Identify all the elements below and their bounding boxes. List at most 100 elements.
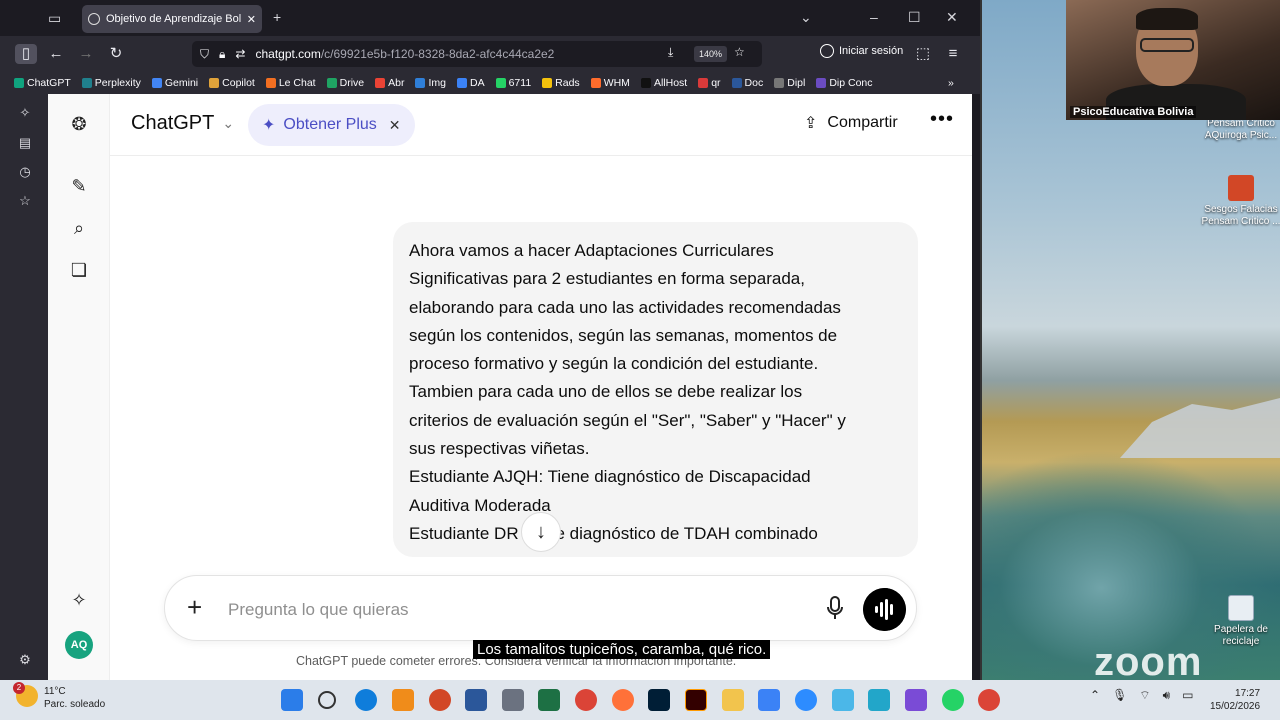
zoom-participant-video[interactable]: PsicoEducativa Bolivia <box>1066 0 1280 120</box>
forward-icon[interactable]: → <box>75 44 97 64</box>
sidebar-toggle-icon[interactable]: ▯ <box>15 44 37 64</box>
battery-icon[interactable]: ▭ <box>1182 688 1193 703</box>
zoom-app-icon[interactable] <box>795 689 817 711</box>
chrome-icon[interactable] <box>978 689 1000 711</box>
close-window-icon[interactable]: ✕ <box>946 9 958 26</box>
history-icon[interactable]: ◷ <box>17 164 33 180</box>
microphone-icon[interactable] <box>825 596 845 620</box>
openai-logo-icon[interactable]: ❂ <box>67 112 91 136</box>
bookmark-item[interactable]: Dip Conc <box>816 77 873 89</box>
lock-icon[interactable]: 🔒︎ <box>219 47 225 62</box>
illustrator-icon[interactable] <box>685 689 707 711</box>
library-icon[interactable]: ❏ <box>67 258 91 282</box>
upgrade-sparkle-icon[interactable]: ✧ <box>67 588 91 612</box>
chrome-icon[interactable] <box>575 689 597 711</box>
photoshop-icon[interactable] <box>648 689 670 711</box>
desktop-icon-recycle-bin[interactable]: Papelera de reciclaje <box>1198 595 1280 648</box>
minimize-icon[interactable]: – <box>870 9 878 25</box>
more-bookmarks-icon[interactable]: » <box>948 77 954 89</box>
new-chat-icon[interactable]: ✎ <box>67 174 91 198</box>
bookmark-item[interactable]: ChatGPT <box>14 77 71 89</box>
sparkle-icon: ✦ <box>262 117 276 134</box>
app-icon[interactable] <box>758 689 780 711</box>
desktop-icon-pensam-critico[interactable]: Pensam Critico AQuiroga Psic... <box>1198 118 1280 142</box>
address-bar[interactable]: ⛉ 🔒︎ ⇄ chatgpt.com/c/69921e5b-f120-8328-… <box>192 41 762 67</box>
powerpoint-file-icon <box>1228 175 1254 201</box>
volume-icon[interactable]: 🔊︎ <box>1163 688 1171 703</box>
tab-active[interactable]: Objetivo de Aprendizaje Bolivia ✕ <box>82 5 262 33</box>
bookmark-item[interactable]: Copilot <box>209 77 255 89</box>
attach-plus-icon[interactable]: + <box>187 592 202 622</box>
calculator-icon[interactable] <box>502 689 524 711</box>
tab-overview-icon[interactable]: ▭ <box>48 10 61 27</box>
new-tab-icon[interactable]: + <box>273 9 281 25</box>
weather-widget[interactable]: 2 11°C Parc. soleado <box>13 682 105 711</box>
shield-icon[interactable]: ⛉ <box>200 47 209 62</box>
live-caption: Los tamalitos tupiceños, caramba, qué ri… <box>473 640 771 659</box>
bookmark-item[interactable]: Dipl <box>774 77 805 89</box>
extensions-icon[interactable]: ⬚ <box>912 44 934 64</box>
reload-icon[interactable]: ↻ <box>105 44 127 64</box>
bookmark-item[interactable]: Le Chat <box>265 77 316 89</box>
tab-title: Objetivo de Aprendizaje Bolivia <box>106 13 241 25</box>
excel-icon[interactable] <box>538 689 560 711</box>
search-icon[interactable]: ⌕ <box>67 216 91 240</box>
model-selector[interactable]: ChatGPT ⌄ <box>131 112 234 135</box>
download-page-icon[interactable]: ⤓ <box>668 45 673 60</box>
powerpoint-icon[interactable] <box>429 689 451 711</box>
synced-tabs-icon[interactable]: ▤ <box>17 135 33 151</box>
message-line: Auditiva Moderada <box>409 495 551 515</box>
bookmark-item[interactable]: Abr <box>375 77 404 89</box>
prompt-input[interactable]: Pregunta lo que quieras <box>228 600 409 620</box>
notepad-icon[interactable] <box>868 689 890 711</box>
bookmark-item[interactable]: Gemini <box>151 77 198 89</box>
word-icon[interactable] <box>465 689 487 711</box>
app-icon[interactable] <box>832 689 854 711</box>
bookmarks-icon[interactable]: ☆ <box>17 193 33 209</box>
microphone-icon[interactable]: 🎙︎ <box>1112 688 1127 703</box>
bookmark-item[interactable]: 6711 <box>495 77 531 89</box>
permissions-icon[interactable]: ⇄ <box>235 47 245 61</box>
back-icon[interactable]: ← <box>45 44 67 64</box>
vlc-icon[interactable] <box>392 689 414 711</box>
menu-icon[interactable]: ≡ <box>942 44 964 64</box>
whatsapp-icon[interactable] <box>942 689 964 711</box>
firefox-icon[interactable] <box>612 689 634 711</box>
edge-icon[interactable] <box>355 689 377 711</box>
voice-mode-icon[interactable] <box>863 588 906 631</box>
bookmark-item[interactable]: WHM <box>590 77 630 89</box>
clock[interactable]: 17:27 15/02/2026 <box>1210 687 1260 713</box>
maximize-icon[interactable]: ☐ <box>908 9 921 26</box>
ai-chatbot-icon[interactable]: ✧ <box>17 105 33 121</box>
model-name: ChatGPT <box>131 112 215 134</box>
search-icon[interactable] <box>318 691 336 709</box>
desktop-icon-sesgos-falacias[interactable]: Sesgos Falacias Pensam Critico ... <box>1198 175 1280 228</box>
bookmark-item[interactable]: Perplexity <box>81 77 141 89</box>
clipchamp-icon[interactable] <box>905 689 927 711</box>
more-options-icon[interactable]: ••• <box>930 108 954 131</box>
avatar[interactable]: AQ <box>65 631 93 659</box>
get-plus-button[interactable]: ✦ Obtener Plus ✕ <box>248 104 415 146</box>
close-icon[interactable]: ✕ <box>389 117 401 134</box>
bookmark-item[interactable]: AllHost <box>640 77 687 89</box>
bookmark-star-icon[interactable]: ☆ <box>734 45 745 59</box>
scroll-down-arrow-icon[interactable]: ↓ <box>521 512 561 552</box>
wifi-icon[interactable]: ⌔ <box>1139 688 1150 703</box>
share-button[interactable]: ⇪ Compartir <box>804 113 898 133</box>
bookmark-item[interactable]: Img <box>415 77 446 89</box>
bookmark-item[interactable]: DA <box>456 77 485 89</box>
file-explorer-icon[interactable] <box>722 689 744 711</box>
participant-name: PsicoEducativa Bolivia <box>1070 106 1197 118</box>
signin-button[interactable]: Iniciar sesión <box>820 44 903 58</box>
zoom-level-badge[interactable]: 140% <box>694 46 728 62</box>
show-hidden-icons-icon[interactable]: ⌃ <box>1090 688 1100 703</box>
bookmark-item[interactable]: Doc <box>731 77 763 89</box>
start-windows-icon[interactable] <box>281 689 303 711</box>
bookmark-item[interactable]: Rads <box>542 77 580 89</box>
prompt-composer[interactable]: + Pregunta lo que quieras <box>164 575 917 641</box>
bookmark-item[interactable]: qr <box>698 77 721 89</box>
list-tabs-icon[interactable]: ⌄ <box>800 9 812 26</box>
bookmark-item[interactable]: Drive <box>326 77 364 89</box>
settings-gear-icon[interactable]: ⚙ <box>17 652 33 668</box>
close-tab-icon[interactable]: ✕ <box>247 13 256 26</box>
